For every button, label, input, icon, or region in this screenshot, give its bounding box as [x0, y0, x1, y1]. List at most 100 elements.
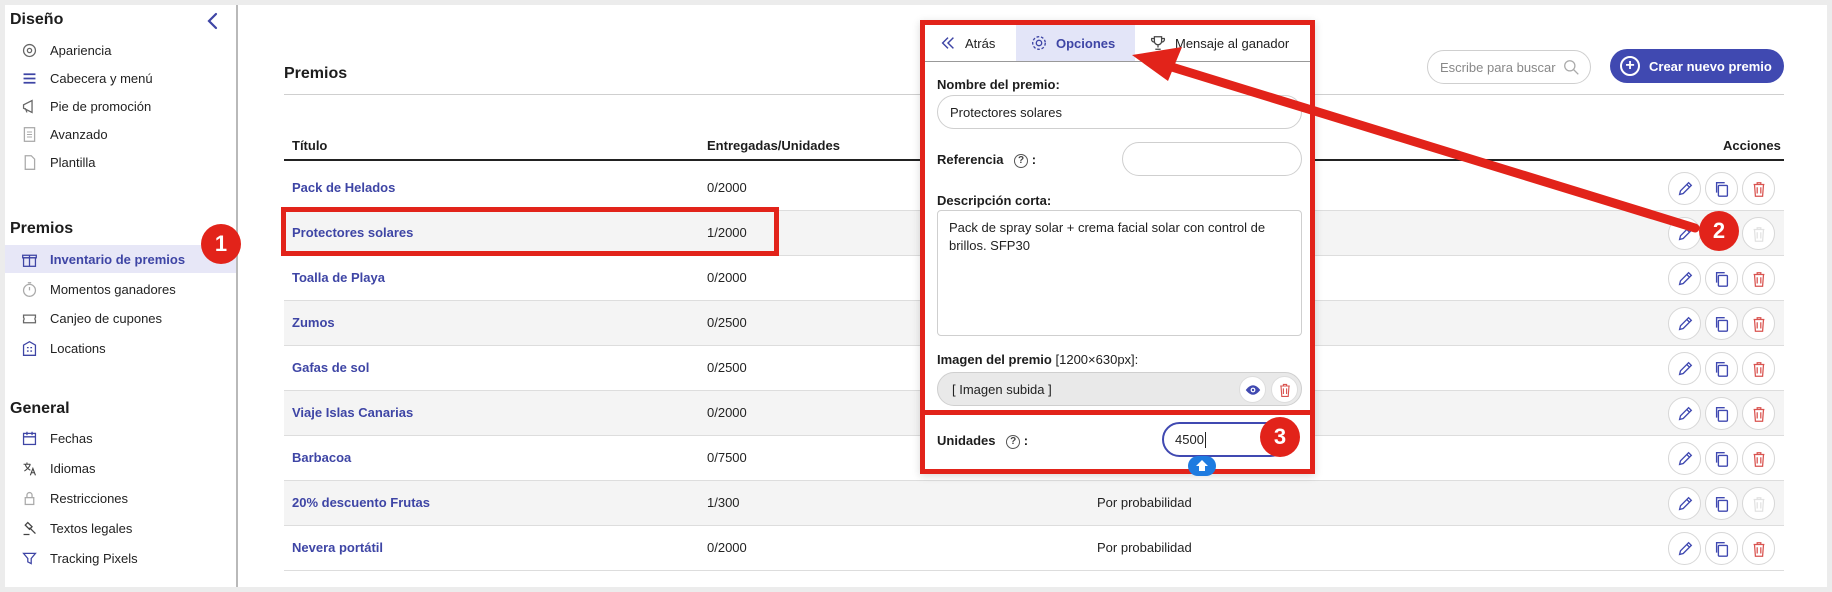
sidebar-item-label: Tracking Pixels [50, 550, 138, 566]
tab-options[interactable]: Opciones [1016, 25, 1135, 61]
duplicate-button[interactable] [1705, 397, 1738, 430]
delete-image-button[interactable] [1271, 376, 1298, 403]
duplicate-button[interactable] [1705, 532, 1738, 565]
duplicate-button[interactable] [1705, 487, 1738, 520]
description-textarea[interactable]: Pack de spray solar + crema facial solar… [937, 210, 1302, 336]
prize-name-field[interactable]: Protectores solares [937, 95, 1302, 129]
annotation-separator [925, 410, 1310, 415]
duplicate-button[interactable] [1705, 262, 1738, 295]
edit-button[interactable] [1668, 217, 1701, 250]
edit-button[interactable] [1668, 487, 1701, 520]
search-input[interactable]: Escribe para buscar [1427, 50, 1591, 84]
column-header-title: Título [292, 138, 328, 153]
edit-button[interactable] [1668, 352, 1701, 385]
trash-icon [1753, 181, 1764, 197]
sidebar-item-fechas[interactable]: Fechas [5, 424, 236, 452]
prize-title-link[interactable]: Gafas de sol [292, 360, 369, 375]
prize-units: 0/2000 [707, 180, 747, 195]
trash-icon [1753, 226, 1764, 242]
gavel-icon [18, 517, 40, 539]
duplicate-button[interactable] [1705, 442, 1738, 475]
delete-button[interactable] [1742, 352, 1775, 385]
delete-button[interactable] [1742, 172, 1775, 205]
copy-icon [1715, 181, 1728, 197]
sidebar-item-pie[interactable]: Pie de promoción [5, 92, 236, 120]
prize-title-link[interactable]: Pack de Helados [292, 180, 395, 195]
sidebar-item-avanzado[interactable]: Avanzado [5, 120, 236, 148]
pencil-icon [1678, 361, 1692, 375]
duplicate-button[interactable] [1705, 172, 1738, 205]
collapse-sidebar-icon[interactable] [203, 11, 223, 31]
image-upload-field[interactable]: [ Imagen subida ] [937, 372, 1302, 406]
delete-button[interactable] [1742, 532, 1775, 565]
tab-back[interactable]: Atrás [925, 25, 1016, 61]
panel-tabs: Atrás Opciones Mensaje al ganador [925, 25, 1310, 62]
sidebar-item-label: Plantilla [50, 154, 96, 170]
name-label: Nombre del premio: [937, 77, 1060, 92]
sidebar-item-plantilla[interactable]: Plantilla [5, 148, 236, 176]
calendar-icon [18, 427, 40, 449]
edit-button[interactable] [1668, 172, 1701, 205]
help-icon[interactable]: ? [1014, 153, 1029, 168]
sidebar-item-cabecera[interactable]: Cabecera y menú [5, 64, 236, 92]
sidebar-item-tracking[interactable]: Tracking Pixels [5, 544, 236, 572]
table-row: 20% descuento Frutas 1/300 Por probabilida… [284, 481, 1784, 526]
prize-units: 0/2500 [707, 360, 747, 375]
tab-winner-message[interactable]: Mensaje al ganador [1135, 25, 1310, 61]
reference-label-text: Referencia [937, 152, 1004, 167]
sidebar-item-idiomas[interactable]: Idiomas [5, 454, 236, 482]
sidebar-item-canjeo[interactable]: Canjeo de cupones [5, 304, 236, 332]
help-icon[interactable]: ? [1006, 434, 1021, 449]
prize-title-link[interactable]: Toalla de Playa [292, 270, 385, 285]
prize-units: 1/300 [707, 495, 740, 510]
prize-units: 0/2000 [707, 540, 747, 555]
gift-icon [18, 248, 40, 270]
prize-title-link[interactable]: Viaje Islas Canarias [292, 405, 413, 420]
edit-button[interactable] [1668, 397, 1701, 430]
sidebar-item-textos[interactable]: Textos legales [5, 514, 236, 542]
sidebar-item-momentos[interactable]: Momentos ganadores [5, 275, 236, 303]
sidebar-item-label: Pie de promoción [50, 98, 152, 114]
sidebar-item-label: Idiomas [50, 460, 96, 476]
sidebar-item-apariencia[interactable]: Apariencia [5, 36, 236, 64]
sidebar-item-restricciones[interactable]: Restricciones [5, 484, 236, 512]
sidebar-item-label: Restricciones [50, 490, 129, 506]
prize-title-link[interactable]: Barbacoa [292, 450, 351, 465]
prize-units: 0/7500 [707, 450, 747, 465]
edit-button[interactable] [1668, 262, 1701, 295]
delete-button[interactable] [1742, 307, 1775, 340]
delete-button[interactable] [1742, 397, 1775, 430]
prize-mode: Por probabilidad [1097, 540, 1192, 555]
trash-icon [1753, 451, 1764, 467]
units-value: 4500 [1175, 432, 1204, 447]
preview-image-button[interactable] [1239, 376, 1266, 403]
palette-gear-icon [18, 39, 40, 61]
delete-button[interactable] [1742, 262, 1775, 295]
section-title-design: Diseño [10, 11, 64, 28]
prize-title-link[interactable]: Nevera portátil [292, 540, 383, 555]
edit-button[interactable] [1668, 307, 1701, 340]
spinner-handle[interactable] [1188, 456, 1216, 476]
prize-units: 0/2500 [707, 315, 747, 330]
stopwatch-icon [18, 278, 40, 300]
delete-button[interactable] [1742, 442, 1775, 475]
prize-units: 0/2000 [707, 405, 747, 420]
tab-label: Mensaje al ganador [1175, 35, 1290, 51]
create-prize-button[interactable]: + Crear nuevo premio [1610, 49, 1784, 83]
reference-label: Referencia ? : [937, 152, 1036, 168]
duplicate-button[interactable] [1705, 307, 1738, 340]
prize-title-link[interactable]: Zumos [292, 315, 335, 330]
reference-colon: : [1031, 152, 1037, 167]
document-icon [18, 151, 40, 173]
column-header-units: Entregadas/Unidades [707, 138, 840, 153]
edit-button[interactable] [1668, 532, 1701, 565]
prize-title-link[interactable]: 20% descuento Frutas [292, 495, 430, 510]
image-label: Imagen del premio [1200×630px]: [937, 352, 1138, 367]
copy-icon [1715, 361, 1728, 377]
sidebar-item-label: Textos legales [50, 520, 133, 536]
edit-button[interactable] [1668, 442, 1701, 475]
duplicate-button[interactable] [1705, 352, 1738, 385]
copy-icon [1715, 271, 1728, 287]
reference-field[interactable] [1122, 142, 1302, 176]
sidebar-item-locations[interactable]: Locations [5, 334, 236, 362]
